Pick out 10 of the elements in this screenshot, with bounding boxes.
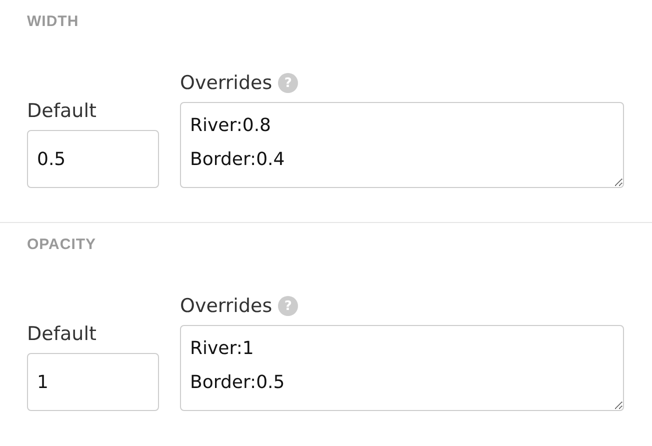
field-label: Default [27,99,98,123]
field-label: Overrides [180,294,272,318]
input-field[interactable]: 0.5 [27,130,159,188]
text-area[interactable]: River:0.8 Border:0.4 [180,102,624,188]
section-title: OPACITY [27,236,98,254]
input-field[interactable]: 1 [27,353,159,411]
field-label: Default [27,322,98,346]
text-area[interactable]: River:1 Border:0.5 [180,325,624,411]
section-title: WIDTH [27,13,80,31]
field-label: Overrides [180,71,272,95]
